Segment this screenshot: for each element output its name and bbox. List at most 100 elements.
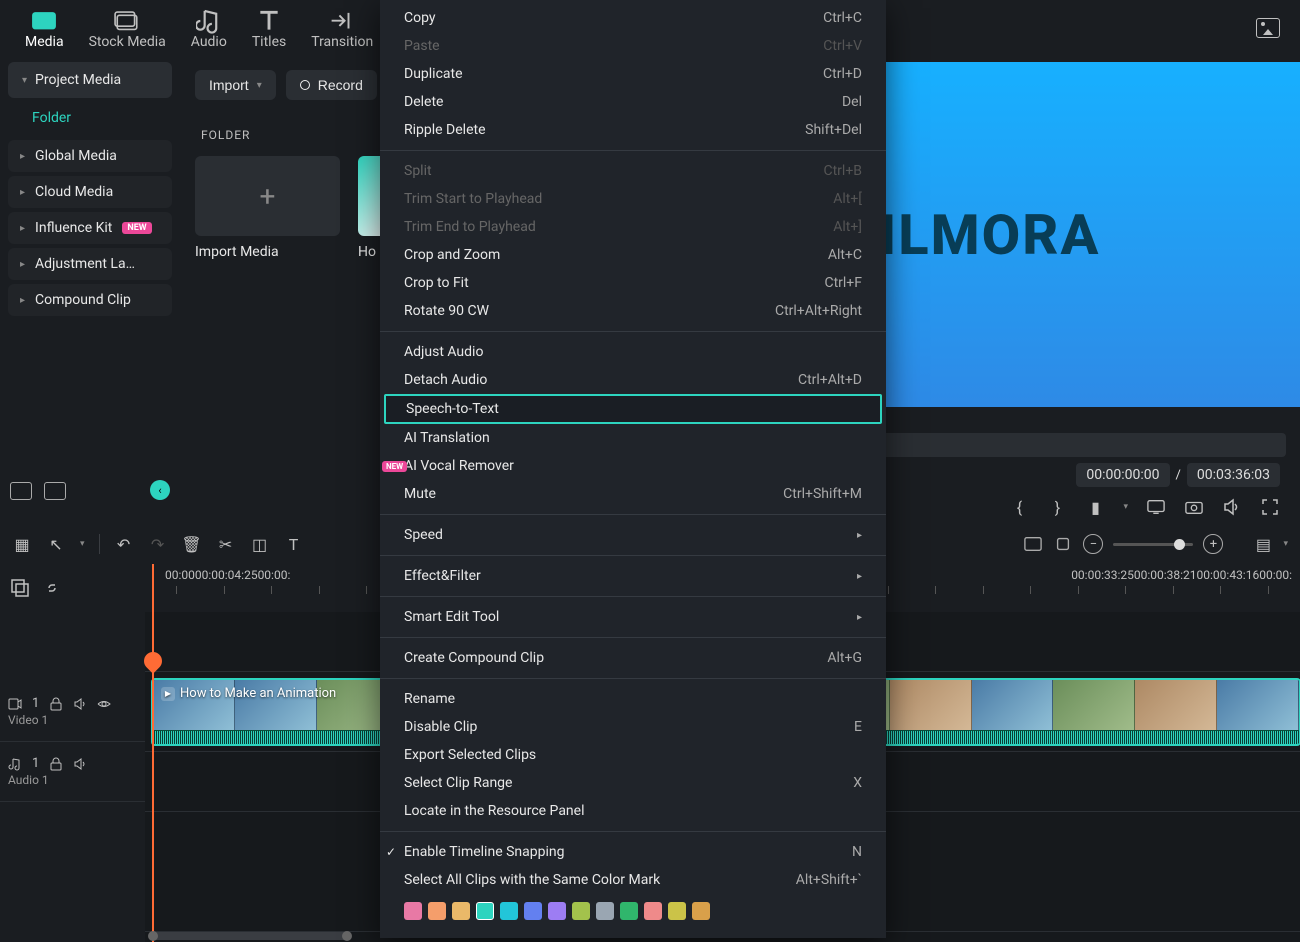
menu-crop-fit[interactable]: Crop to FitCtrl+F xyxy=(380,269,886,297)
menu-smart-edit[interactable]: Smart Edit Tool▸ xyxy=(380,603,886,631)
color-mark[interactable] xyxy=(692,902,710,920)
project-settings-icon[interactable] xyxy=(44,482,66,500)
menu-ripple-delete[interactable]: Ripple DeleteShift+Del xyxy=(380,116,886,144)
color-mark[interactable] xyxy=(404,902,422,920)
folder-label: Folder xyxy=(0,98,180,136)
cursor-tool-icon[interactable]: ↖ xyxy=(46,534,66,554)
snapshot-icon[interactable] xyxy=(1184,497,1204,517)
color-mark[interactable] xyxy=(428,902,446,920)
new-folder-icon[interactable] xyxy=(10,482,32,500)
menu-delete[interactable]: DeleteDel xyxy=(380,88,886,116)
lock-icon[interactable] xyxy=(49,757,63,771)
menu-speed[interactable]: Speed▸ xyxy=(380,521,886,549)
tab-transitions[interactable]: Transition xyxy=(301,7,383,55)
color-mark[interactable] xyxy=(620,902,638,920)
zoom-slider[interactable] xyxy=(1113,543,1193,546)
image-view-icon[interactable] xyxy=(1256,18,1280,38)
mark-out-icon[interactable]: } xyxy=(1047,497,1067,517)
color-mark[interactable] xyxy=(548,902,566,920)
menu-disable-clip[interactable]: Disable ClipE xyxy=(380,713,886,741)
video-track-header[interactable]: 1 Video 1 xyxy=(0,682,145,742)
record-button[interactable]: Record xyxy=(286,70,377,100)
visibility-icon[interactable] xyxy=(97,697,111,711)
audio-icon xyxy=(196,12,222,30)
menu-speech-to-text[interactable]: Speech-to-Text xyxy=(384,394,882,424)
tab-audio[interactable]: Audio xyxy=(181,7,237,55)
sidebar-item-influence-kit[interactable]: ▸Influence KitNEW xyxy=(8,212,172,244)
fullscreen-icon[interactable] xyxy=(1260,497,1280,517)
color-mark[interactable] xyxy=(452,902,470,920)
color-mark[interactable] xyxy=(500,902,518,920)
color-mark[interactable] xyxy=(596,902,614,920)
menu-duplicate[interactable]: DuplicateCtrl+D xyxy=(380,60,886,88)
track-headers: 1 Video 1 1 Audio 1 xyxy=(0,564,145,942)
menu-mute[interactable]: MuteCtrl+Shift+M xyxy=(380,480,886,508)
link-icon[interactable] xyxy=(42,578,62,598)
color-mark[interactable] xyxy=(572,902,590,920)
menu-timeline-snapping[interactable]: ✓Enable Timeline SnappingN xyxy=(380,838,886,866)
redo-icon[interactable]: ↷ xyxy=(148,534,168,554)
split-icon[interactable]: ✂ xyxy=(216,534,236,554)
menu-ai-vocal-remover[interactable]: NEWAI Vocal Remover xyxy=(380,452,886,480)
fit-width-icon[interactable] xyxy=(1053,534,1073,554)
time-separator: / xyxy=(1176,468,1181,483)
fit-to-screen-icon[interactable] xyxy=(1023,534,1043,554)
mute-icon[interactable] xyxy=(73,697,87,711)
project-media-dropdown[interactable]: ▾ Project Media xyxy=(8,62,172,98)
color-mark[interactable] xyxy=(524,902,542,920)
playhead[interactable] xyxy=(152,564,154,942)
import-media-label: Import Media xyxy=(195,244,340,260)
menu-select-clip-range[interactable]: Select Clip RangeX xyxy=(380,769,886,797)
menu-create-compound[interactable]: Create Compound ClipAlt+G xyxy=(380,644,886,672)
sidebar-item-global-media[interactable]: ▸Global Media xyxy=(8,140,172,172)
tab-media[interactable]: Media xyxy=(15,7,74,55)
lock-icon[interactable] xyxy=(49,697,63,711)
zoom-in-button[interactable]: + xyxy=(1203,534,1223,554)
tab-transitions-label: Transition xyxy=(311,34,373,50)
tab-stock-media-label: Stock Media xyxy=(89,34,166,50)
audio-track-name: Audio 1 xyxy=(8,773,137,787)
delete-icon[interactable]: 🗑 xyxy=(182,534,202,554)
menu-effect-filter[interactable]: Effect&Filter▸ xyxy=(380,562,886,590)
chevron-right-icon: ▸ xyxy=(857,571,862,582)
tab-titles[interactable]: Titles xyxy=(242,7,296,55)
marker-icon[interactable]: ▮ xyxy=(1085,497,1105,517)
sidebar-item-compound-clip[interactable]: ▸Compound Clip xyxy=(8,284,172,316)
video-track-name: Video 1 xyxy=(8,713,137,727)
new-badge: NEW xyxy=(122,222,151,234)
menu-detach-audio[interactable]: Detach AudioCtrl+Alt+D xyxy=(380,366,886,394)
menu-adjust-audio[interactable]: Adjust Audio xyxy=(380,338,886,366)
duration: 00:03:36:03 xyxy=(1187,463,1280,487)
list-view-icon[interactable]: ▤ xyxy=(1253,534,1273,554)
crop-icon[interactable]: ◫ xyxy=(250,534,270,554)
zoom-out-button[interactable]: − xyxy=(1083,534,1103,554)
color-mark[interactable] xyxy=(644,902,662,920)
menu-locate-resource[interactable]: Locate in the Resource Panel xyxy=(380,797,886,825)
text-tool-icon[interactable]: T xyxy=(284,534,304,554)
horizontal-scrollbar[interactable] xyxy=(150,932,350,940)
grid-icon[interactable]: ▦ xyxy=(12,534,32,554)
color-mark[interactable] xyxy=(668,902,686,920)
menu-select-all-color[interactable]: Select All Clips with the Same Color Mar… xyxy=(380,866,886,894)
menu-rename[interactable]: Rename xyxy=(380,685,886,713)
overlay-icon[interactable] xyxy=(10,578,30,598)
tab-stock-media[interactable]: Stock Media xyxy=(79,7,176,55)
collapse-panel-button[interactable]: ‹ xyxy=(150,480,170,500)
menu-copy[interactable]: CopyCtrl+C xyxy=(380,4,886,32)
project-media-label: Project Media xyxy=(35,72,121,88)
volume-icon[interactable] xyxy=(1222,497,1242,517)
mute-icon[interactable] xyxy=(73,757,87,771)
menu-export-selected[interactable]: Export Selected Clips xyxy=(380,741,886,769)
mark-in-icon[interactable]: { xyxy=(1009,497,1029,517)
sidebar-item-cloud-media[interactable]: ▸Cloud Media xyxy=(8,176,172,208)
sidebar-item-adjustment-layer[interactable]: ▸Adjustment La… xyxy=(8,248,172,280)
menu-rotate-90[interactable]: Rotate 90 CWCtrl+Alt+Right xyxy=(380,297,886,325)
import-media-tile[interactable]: + xyxy=(195,156,340,236)
color-mark[interactable] xyxy=(476,902,494,920)
import-button[interactable]: Import ▾ xyxy=(195,70,276,100)
undo-icon[interactable]: ↶ xyxy=(114,534,134,554)
menu-ai-translation[interactable]: AI Translation xyxy=(380,424,886,452)
display-icon[interactable] xyxy=(1146,497,1166,517)
audio-track-header[interactable]: 1 Audio 1 xyxy=(0,742,145,802)
menu-crop-zoom[interactable]: Crop and ZoomAlt+C xyxy=(380,241,886,269)
